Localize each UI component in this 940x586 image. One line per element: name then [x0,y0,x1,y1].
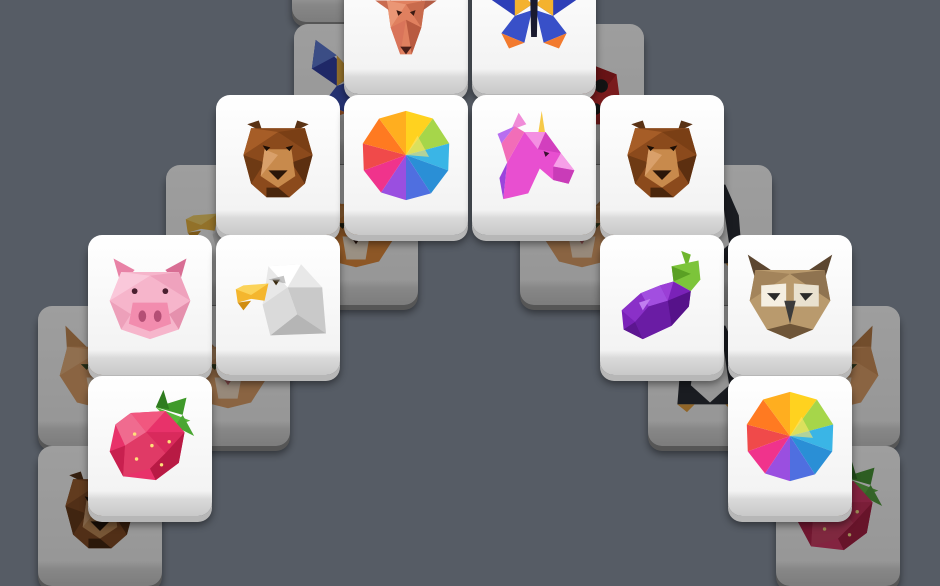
eggplant-icon [614,247,710,343]
tile-unicorn[interactable] [472,95,596,235]
unicorn-icon [486,107,582,203]
tile-owl[interactable] [728,235,852,375]
strawberry-icon [102,388,198,484]
tile-strawberry[interactable] [88,376,212,516]
tile-color-ball[interactable] [344,95,468,235]
tile-pig[interactable] [88,235,212,375]
mahjong-board [0,0,940,586]
tile-bear[interactable] [216,95,340,235]
tile-butterfly[interactable] [472,0,596,94]
bear-icon [614,107,710,203]
color-ball-icon [358,107,454,203]
tile-color-ball[interactable] [728,376,852,516]
eagle-icon [230,247,326,343]
pig-icon [102,247,198,343]
butterfly-icon [486,0,582,62]
color-ball-icon [742,388,838,484]
tile-deer[interactable] [344,0,468,94]
tile-bear[interactable] [600,95,724,235]
owl-icon [742,247,838,343]
bear-icon [230,107,326,203]
deer-icon [358,0,454,62]
tile-eggplant[interactable] [600,235,724,375]
tile-eagle[interactable] [216,235,340,375]
